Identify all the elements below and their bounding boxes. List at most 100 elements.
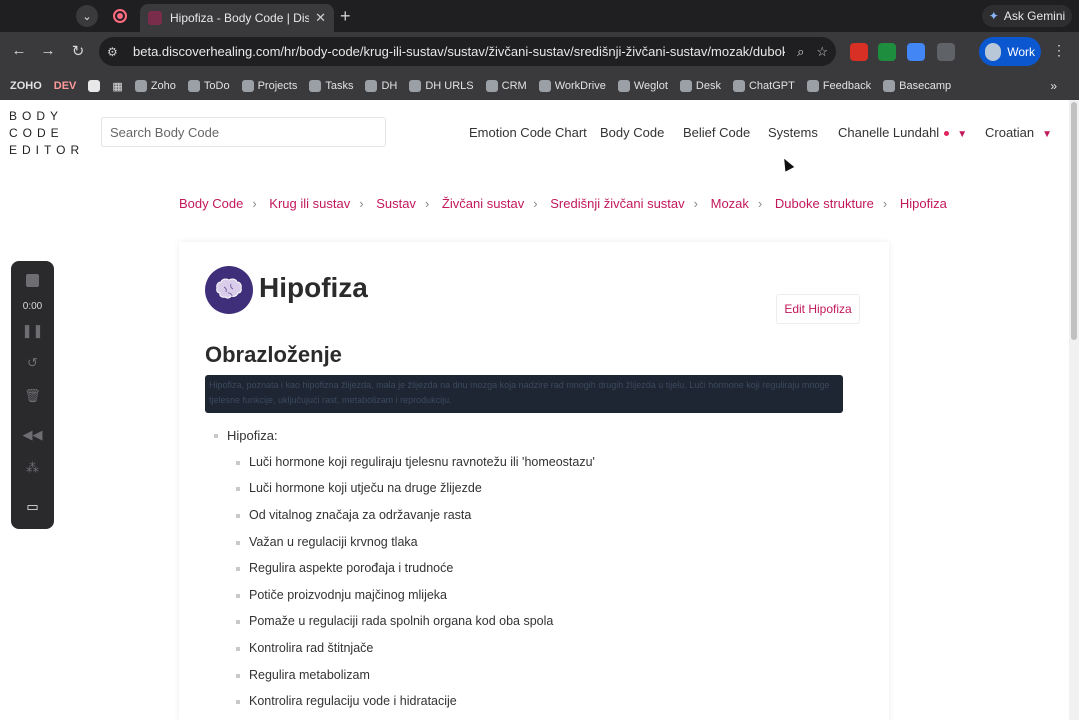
breadcrumb-item[interactable]: Krug ili sustav <box>269 196 350 211</box>
calendar-extension-icon[interactable] <box>850 43 868 61</box>
bookmark-weglot[interactable]: Weglot <box>617 80 668 92</box>
pause-icon[interactable]: ❚❚ <box>11 323 54 339</box>
tab-title: Hipofiza - Body Code | Disco <box>170 11 310 25</box>
edit-button[interactable]: Edit Hipofiza <box>776 294 860 324</box>
bookmark-todo[interactable]: ToDo <box>187 80 230 92</box>
recording-indicator-icon[interactable] <box>113 9 127 23</box>
bookmark-dh-urls[interactable]: DH URLS <box>409 80 474 92</box>
bookmark-apps-icon[interactable]: ▦ <box>112 80 122 93</box>
tab-close-icon[interactable]: ✕ <box>315 10 326 26</box>
bookmark-desk[interactable]: Desk <box>679 80 721 92</box>
gemini-sparkle-icon: ✦ <box>988 9 999 23</box>
nav-systems[interactable]: Systems <box>768 125 818 140</box>
crm-icon <box>485 80 498 92</box>
tab-search-chevron-icon[interactable]: ⌄ <box>76 5 98 27</box>
bookmark-blank-icon[interactable] <box>88 80 101 92</box>
list-item: Kontrolira rad štitnjače <box>235 641 374 655</box>
trash-icon[interactable]: 🗑 <box>11 388 54 404</box>
breadcrumb-chevron-icon: › <box>424 196 430 211</box>
breadcrumb-item[interactable]: Body Code <box>179 196 243 211</box>
ask-gemini-label: Ask Gemini <box>1003 9 1066 23</box>
zoho-icon <box>134 80 147 92</box>
profile-avatar <box>985 42 1002 61</box>
site-info-icon[interactable]: ⚙ <box>107 45 127 59</box>
search-input[interactable]: Search Body Code <box>101 117 386 147</box>
bookmark-tasks[interactable]: Tasks <box>309 80 353 92</box>
profile-label: Work <box>1007 44 1035 59</box>
reload-icon[interactable]: ↻ <box>68 42 88 60</box>
page-scrollbar[interactable] <box>1069 100 1079 720</box>
list-item: Od vitalnog značaja za održavanje rasta <box>235 508 472 522</box>
breadcrumb-item[interactable]: Središnji živčani sustav <box>550 196 684 211</box>
nav-belief-code[interactable]: Belief Code <box>683 125 750 140</box>
bookmark-projects[interactable]: Projects <box>241 80 297 92</box>
new-tab-plus-icon[interactable]: + <box>340 6 351 26</box>
bookmark-zoho-bold[interactable]: ZOHO <box>10 80 42 92</box>
logo-line-1: BODY <box>9 109 64 123</box>
drive-extension-icon[interactable] <box>878 43 896 61</box>
list-item: Regulira metabolizam <box>236 668 370 682</box>
bookmark-dev[interactable]: DEV <box>54 80 77 92</box>
back-arrow-icon[interactable]: ← <box>9 42 29 59</box>
breadcrumb-item[interactable]: Duboke strukture <box>775 196 874 211</box>
bookmarks-overflow-chevron-icon[interactable]: » <box>1050 79 1057 93</box>
search-placeholder: Search Body Code <box>110 124 220 140</box>
breadcrumb-chevron-icon: › <box>252 196 257 211</box>
list-item: Regulira aspekte porođaja i trudnoće <box>235 561 454 575</box>
bookmark-dh[interactable]: DH <box>365 80 397 92</box>
site-favicon-icon <box>148 11 162 25</box>
browser-tab-strip: ⌄ Hipofiza - Body Code | Disco ✕ + ✦ Ask … <box>0 0 1079 32</box>
list-item: Luči hormone koji reguliraju tjelesnu ra… <box>236 455 595 469</box>
breadcrumb-item[interactable]: Sustav <box>376 196 416 211</box>
address-bar[interactable]: ⚙ beta.discoverhealing.com/hr/body-code/… <box>99 37 836 66</box>
logo-line-3: EDITOR <box>9 143 85 157</box>
nav-language-menu[interactable]: Croatian ▼ <box>985 125 1052 140</box>
chevron-down-icon: ▼ <box>1042 129 1053 140</box>
breadcrumb-item[interactable]: Mozak <box>711 196 749 211</box>
breadcrumb-chevron-icon: › <box>359 196 364 211</box>
nav-user-menu[interactable]: Chanelle Lundahl ▼ <box>838 125 967 140</box>
bookmark-zoho[interactable]: Zoho <box>134 80 176 92</box>
browser-toolbar: ← → ↻ ⚙ beta.discoverhealing.com/hr/body… <box>0 32 1079 72</box>
grid-dots-icon[interactable]: ⁂ <box>11 460 54 476</box>
highlighted-paragraph[interactable]: Hipofiza, poznata i kao hipofizna žlijez… <box>205 375 843 413</box>
bookmark-crm[interactable]: CRM <box>485 80 527 92</box>
list-item: Luči hormone koji utječu na druge žlijez… <box>236 481 482 495</box>
stop-icon[interactable] <box>26 274 39 287</box>
rewind-icon[interactable]: ◀◀ <box>11 427 54 443</box>
basecamp-icon <box>883 80 896 92</box>
nav-emotion-code-chart[interactable]: Emotion Code Chart <box>469 125 587 140</box>
breadcrumb-chevron-icon: › <box>533 196 538 211</box>
breadcrumb-item[interactable]: Živčani sustav <box>442 196 524 211</box>
logo-line-2: CODE <box>9 126 64 140</box>
brain-icon <box>205 266 253 314</box>
browser-menu-icon[interactable]: ⋮ <box>1052 42 1066 59</box>
bookmark-feedback[interactable]: Feedback <box>806 80 871 92</box>
breadcrumb-current[interactable]: Hipofiza <box>900 196 947 211</box>
forward-arrow-icon[interactable]: → <box>38 42 58 59</box>
todo-icon <box>187 80 200 92</box>
scrollbar-thumb[interactable] <box>1071 102 1077 340</box>
breadcrumb: Body Code › Krug ili sustav › Sustav › Živč… <box>179 196 947 211</box>
camera-icon[interactable]: ▭ <box>11 499 54 515</box>
extensions-puzzle-icon[interactable] <box>937 43 955 61</box>
screen-recorder-panel: 0:00 ❚❚ ↺ 🗑 ◀◀ ⁂ ▭ <box>11 261 54 529</box>
bookmark-star-icon[interactable]: ☆ <box>816 44 828 60</box>
folder-icon <box>409 80 422 92</box>
zoom-search-icon[interactable]: ⌕ <box>797 44 804 60</box>
bookmark-chatgpt[interactable]: ChatGPT <box>732 80 795 92</box>
tasks-icon <box>309 80 322 92</box>
bookmark-basecamp[interactable]: Basecamp <box>883 80 951 92</box>
bookmark-workdrive[interactable]: WorkDrive <box>538 80 606 92</box>
list-label: Hipofiza: <box>214 428 278 443</box>
ask-gemini-button[interactable]: ✦ Ask Gemini <box>982 5 1072 27</box>
chatgpt-icon <box>732 80 745 92</box>
nav-body-code[interactable]: Body Code <box>600 125 664 140</box>
url-text[interactable]: beta.discoverhealing.com/hr/body-code/kr… <box>133 44 785 59</box>
active-tab[interactable]: Hipofiza - Body Code | Disco ✕ <box>140 4 334 32</box>
restart-icon[interactable]: ↺ <box>11 355 54 371</box>
profile-button[interactable]: Work <box>979 37 1041 66</box>
tag-extension-icon[interactable] <box>907 43 925 61</box>
dh-icon <box>365 80 378 92</box>
site-logo[interactable]: BODY CODE EDITOR <box>9 108 84 159</box>
